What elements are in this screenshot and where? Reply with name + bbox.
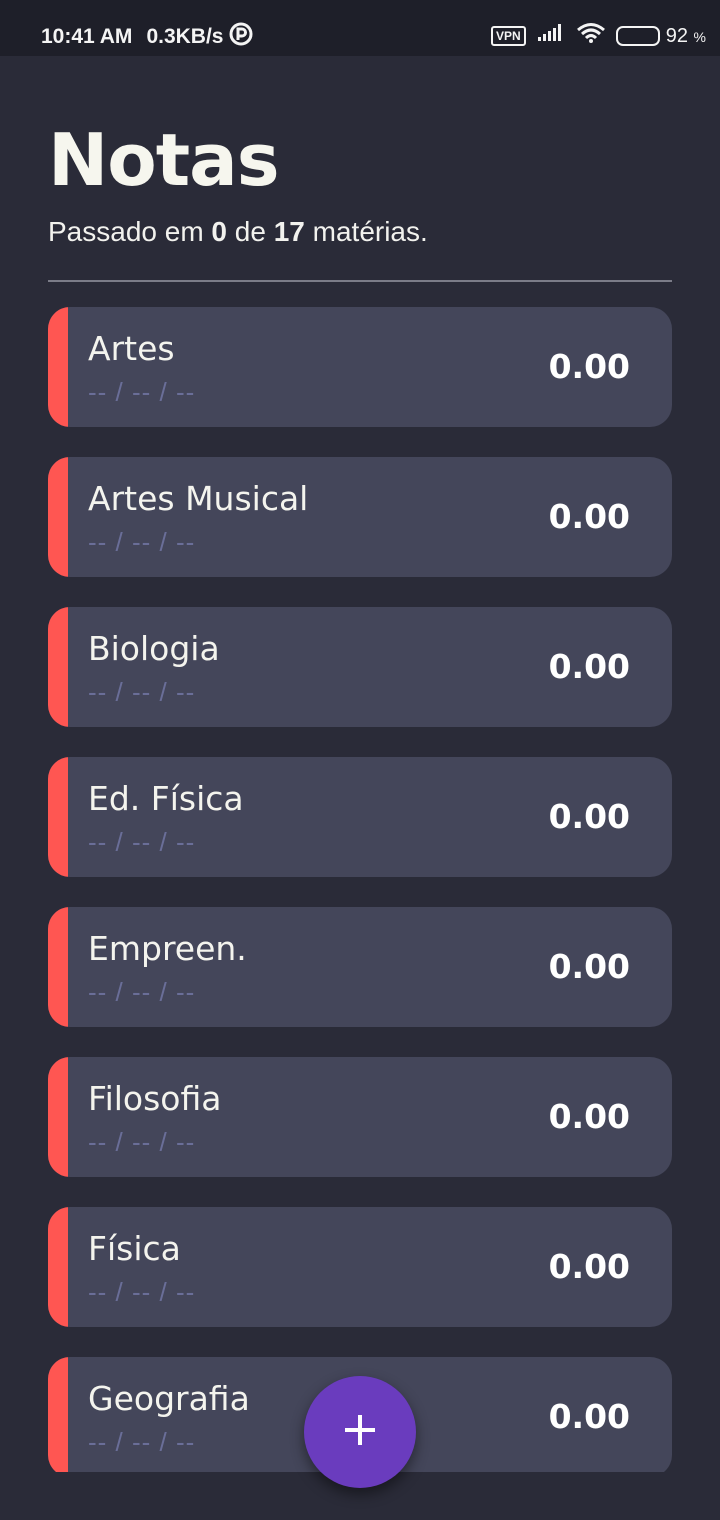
status-accent bbox=[48, 1057, 68, 1177]
subject-grades: -- / -- / -- bbox=[88, 1277, 196, 1307]
subject-list[interactable]: Artes -- / -- / -- 0.00 Artes Musical --… bbox=[48, 307, 672, 1472]
status-accent bbox=[48, 307, 68, 427]
subject-card-artes[interactable]: Artes -- / -- / -- 0.00 bbox=[48, 307, 672, 427]
plus-icon bbox=[343, 1413, 377, 1451]
p-badge-icon bbox=[229, 22, 253, 52]
subject-score: 0.00 bbox=[548, 1397, 630, 1436]
subject-name: Ed. Física bbox=[88, 779, 244, 818]
status-accent bbox=[48, 907, 68, 1027]
header: Notas Passado em 0 de 17 matérias. bbox=[48, 118, 672, 248]
subject-name: Biologia bbox=[88, 629, 220, 668]
subject-card-empreen[interactable]: Empreen. -- / -- / -- 0.00 bbox=[48, 907, 672, 1027]
subject-grades: -- / -- / -- bbox=[88, 1427, 196, 1457]
subject-grades: -- / -- / -- bbox=[88, 677, 196, 707]
subject-grades: -- / -- / -- bbox=[88, 377, 196, 407]
passed-count: 0 bbox=[211, 216, 227, 247]
subject-card-artes-musical[interactable]: Artes Musical -- / -- / -- 0.00 bbox=[48, 457, 672, 577]
subject-score: 0.00 bbox=[548, 947, 630, 986]
wifi-icon bbox=[576, 22, 606, 50]
subject-score: 0.00 bbox=[548, 647, 630, 686]
vpn-icon: VPN bbox=[491, 26, 526, 46]
subject-card-biologia[interactable]: Biologia -- / -- / -- 0.00 bbox=[48, 607, 672, 727]
status-accent bbox=[48, 457, 68, 577]
status-accent bbox=[48, 757, 68, 877]
subject-score: 0.00 bbox=[548, 797, 630, 836]
subject-name: Filosofia bbox=[88, 1079, 222, 1118]
subject-name: Física bbox=[88, 1229, 181, 1268]
subject-card-ed-fisica[interactable]: Ed. Física -- / -- / -- 0.00 bbox=[48, 757, 672, 877]
battery-icon bbox=[615, 26, 660, 46]
pass-summary: Passado em 0 de 17 matérias. bbox=[48, 216, 428, 247]
cell-signal-icon bbox=[537, 23, 566, 49]
subject-score: 0.00 bbox=[548, 1097, 630, 1136]
subject-grades: -- / -- / -- bbox=[88, 827, 196, 857]
subject-name: Geografia bbox=[88, 1379, 250, 1418]
add-subject-button[interactable] bbox=[304, 1376, 416, 1488]
total-count: 17 bbox=[273, 216, 305, 247]
status-bar-right: VPN 92 % bbox=[491, 22, 706, 50]
status-accent bbox=[48, 1207, 68, 1327]
subject-score: 0.00 bbox=[548, 347, 630, 386]
subject-score: 0.00 bbox=[548, 1247, 630, 1286]
subject-card-fisica[interactable]: Física -- / -- / -- 0.00 bbox=[48, 1207, 672, 1327]
subject-grades: -- / -- / -- bbox=[88, 527, 196, 557]
status-accent bbox=[48, 607, 68, 727]
battery-percent: 92 % bbox=[665, 24, 706, 47]
status-bar-left: 10:41 AM 0.3KB/s bbox=[41, 22, 263, 52]
subject-grades: -- / -- / -- bbox=[88, 977, 196, 1007]
subject-name: Empreen. bbox=[88, 929, 247, 968]
status-time: 10:41 AM bbox=[41, 25, 133, 48]
header-divider bbox=[48, 280, 672, 282]
subject-name: Artes bbox=[88, 329, 175, 368]
network-speed: 0.3KB/s bbox=[146, 25, 224, 48]
subject-card-filosofia[interactable]: Filosofia -- / -- / -- 0.00 bbox=[48, 1057, 672, 1177]
page-title: Notas bbox=[48, 118, 280, 202]
subject-score: 0.00 bbox=[548, 497, 630, 536]
status-accent bbox=[48, 1357, 68, 1472]
status-bar: 10:41 AM 0.3KB/s VPN 92 % bbox=[0, 0, 720, 56]
subject-name: Artes Musical bbox=[88, 479, 309, 518]
subject-grades: -- / -- / -- bbox=[88, 1127, 196, 1157]
